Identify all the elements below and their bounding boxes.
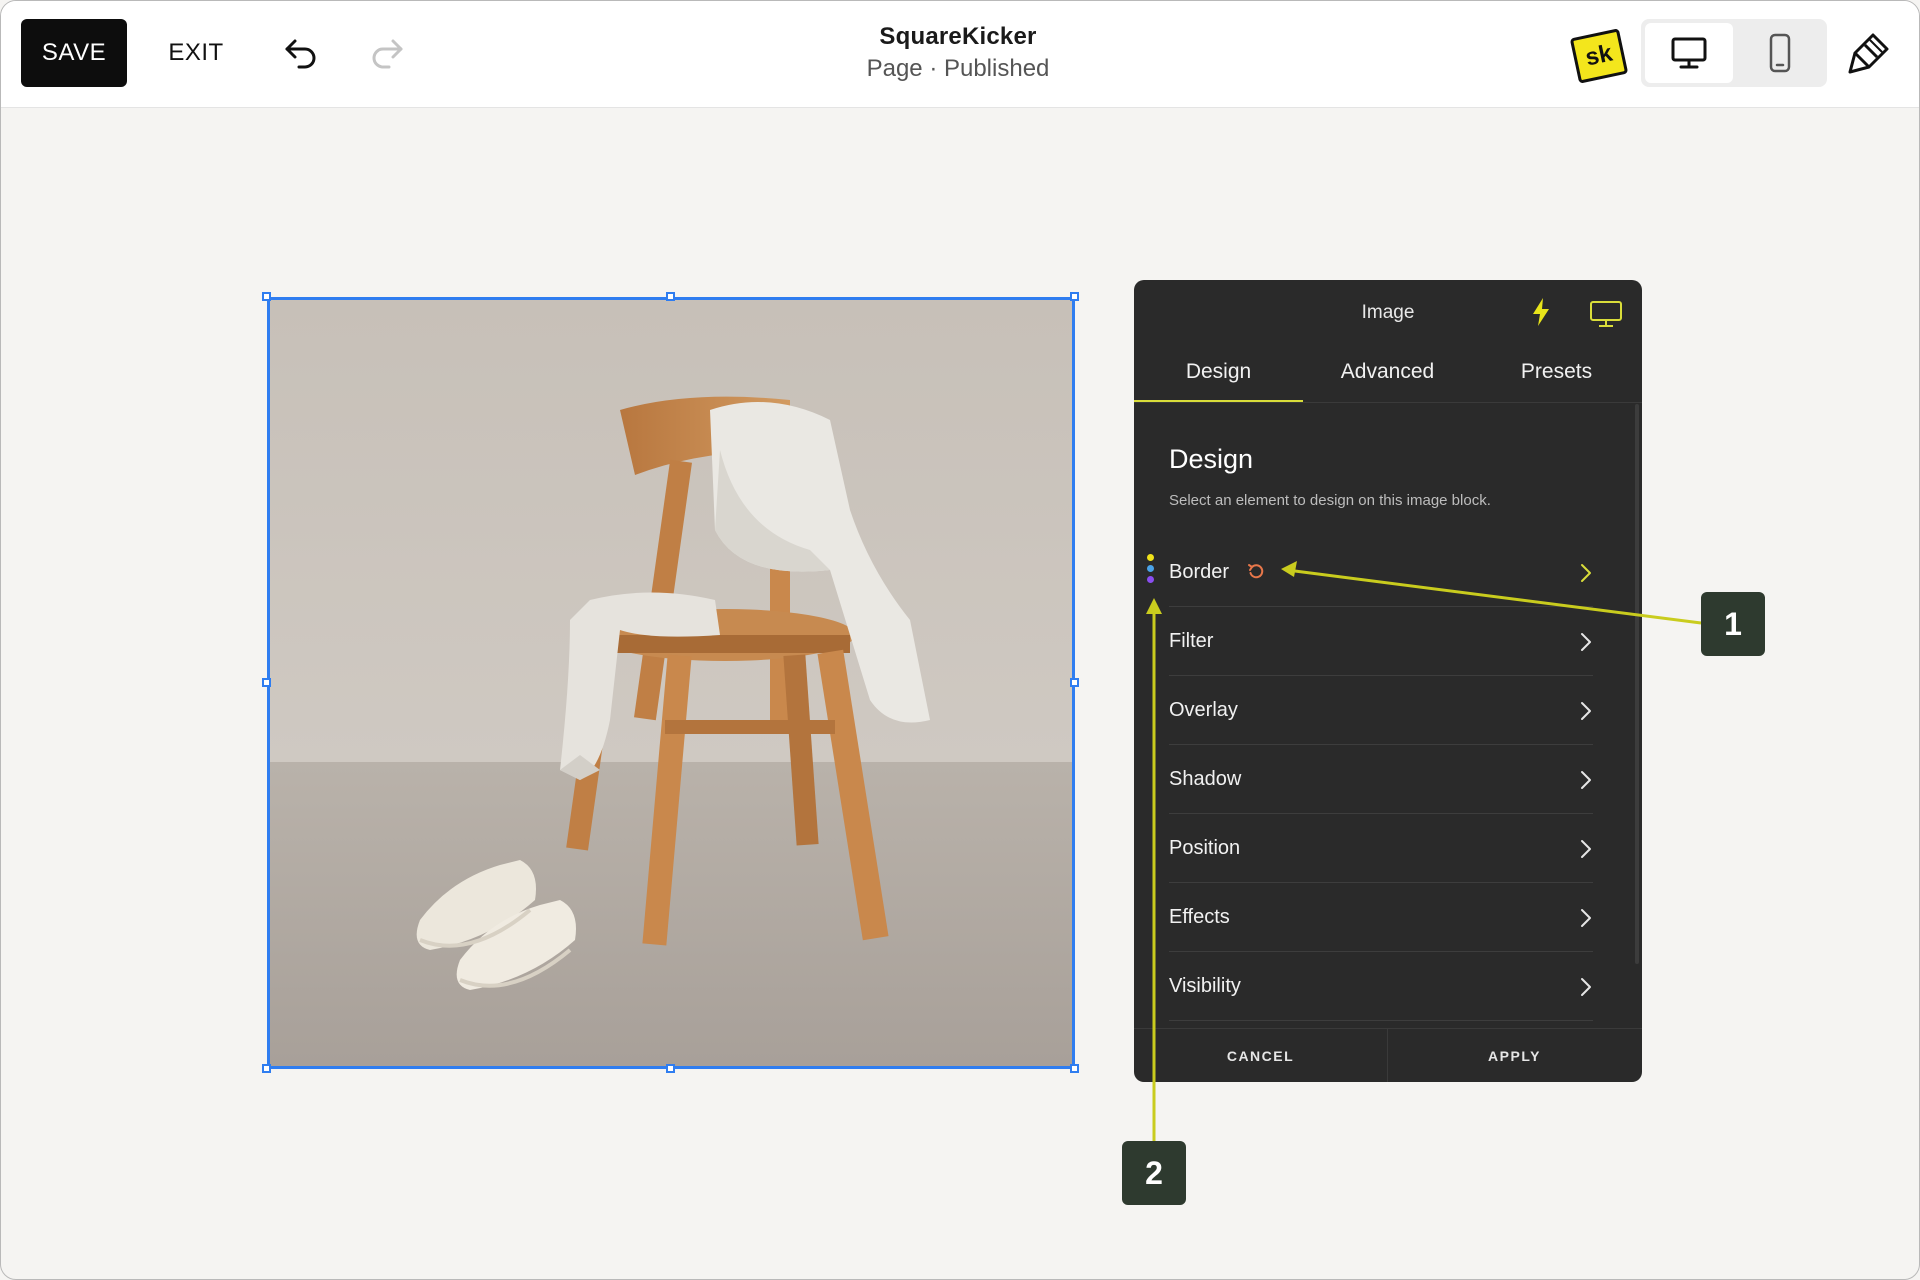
reset-icon[interactable] xyxy=(1247,563,1265,581)
menu-item-label: Filter xyxy=(1169,629,1214,652)
chevron-right-icon xyxy=(1581,978,1591,996)
tab-design[interactable]: Design xyxy=(1134,356,1303,402)
menu-item-filter[interactable]: Filter xyxy=(1169,607,1593,676)
chevron-right-icon xyxy=(1581,840,1591,858)
resize-handle-top-left[interactable] xyxy=(262,292,271,301)
paintbrush-icon[interactable] xyxy=(1847,31,1891,75)
menu-item-label: Visibility xyxy=(1169,974,1241,997)
redo-icon[interactable] xyxy=(367,33,407,73)
desktop-icon[interactable] xyxy=(1589,300,1623,328)
chevron-right-icon xyxy=(1581,633,1591,651)
menu-item-label: Border xyxy=(1169,560,1230,583)
mobile-view-button[interactable] xyxy=(1737,23,1823,83)
chevron-right-icon xyxy=(1581,771,1591,789)
logo-text: sk xyxy=(1583,39,1615,72)
menu-item-position[interactable]: Position xyxy=(1169,814,1593,883)
menu-item-label: Effects xyxy=(1169,905,1230,928)
mobile-icon xyxy=(1769,33,1791,73)
resize-handle-bottom-center[interactable] xyxy=(666,1064,675,1073)
exit-button[interactable]: EXIT xyxy=(161,19,231,87)
panel-tabs: Design Advanced Presets xyxy=(1134,356,1642,403)
menu-item-shadow[interactable]: Shadow xyxy=(1169,745,1593,814)
editor-window: SAVE EXIT SquareKicker Page · Published … xyxy=(0,0,1920,1280)
resize-handle-middle-left[interactable] xyxy=(262,678,271,687)
menu-item-label: Shadow xyxy=(1169,767,1242,790)
site-title: SquareKicker xyxy=(879,23,1037,50)
menu-item-border[interactable]: Border xyxy=(1169,538,1593,607)
image-design-panel: Image Design Advanced Presets Design Sel… xyxy=(1134,280,1642,1082)
menu-item-label: Overlay xyxy=(1169,698,1238,721)
tab-presets[interactable]: Presets xyxy=(1472,356,1641,400)
indicator-dot-purple xyxy=(1147,576,1154,583)
squarekicker-logo[interactable]: sk xyxy=(1569,28,1629,84)
indicator-dot-yellow xyxy=(1147,554,1154,561)
save-button[interactable]: SAVE xyxy=(21,19,127,87)
top-toolbar: SAVE EXIT SquareKicker Page · Published … xyxy=(1,1,1919,108)
panel-heading: Design xyxy=(1169,444,1254,474)
chevron-right-icon xyxy=(1581,564,1591,582)
menu-item-effects[interactable]: Effects xyxy=(1169,883,1593,952)
cancel-button[interactable]: CANCEL xyxy=(1134,1029,1387,1082)
menu-item-overlay[interactable]: Overlay xyxy=(1169,676,1593,745)
device-toggle xyxy=(1641,19,1827,87)
resize-handle-top-center[interactable] xyxy=(666,292,675,301)
page-title-block: SquareKicker Page · Published xyxy=(758,21,1158,85)
undo-icon[interactable] xyxy=(281,33,321,73)
tab-advanced[interactable]: Advanced xyxy=(1303,356,1472,400)
annotation-callout-1: 1 xyxy=(1701,592,1765,656)
chevron-right-icon xyxy=(1581,909,1591,927)
annotation-callout-2: 2 xyxy=(1122,1141,1186,1205)
indicator-dot-blue xyxy=(1147,565,1154,572)
changed-indicator-dots xyxy=(1147,554,1155,590)
chair-photo xyxy=(270,300,1072,1066)
chevron-right-icon xyxy=(1581,702,1591,720)
panel-scrollbar[interactable] xyxy=(1635,404,1639,964)
selected-image-block[interactable] xyxy=(267,297,1075,1069)
lightning-icon[interactable] xyxy=(1530,297,1552,327)
menu-item-label: Position xyxy=(1169,836,1241,859)
resize-handle-bottom-right[interactable] xyxy=(1070,1064,1079,1073)
resize-handle-middle-right[interactable] xyxy=(1070,678,1079,687)
desktop-icon xyxy=(1671,37,1707,69)
panel-footer: CANCEL APPLY xyxy=(1134,1028,1642,1082)
panel-title: Image xyxy=(1361,302,1415,323)
panel-subtitle: Select an element to design on this imag… xyxy=(1169,492,1491,509)
design-menu: Border Filter Overlay Shadow Position Ef… xyxy=(1169,538,1593,1021)
apply-button[interactable]: APPLY xyxy=(1388,1029,1641,1082)
resize-handle-top-right[interactable] xyxy=(1070,292,1079,301)
menu-item-visibility[interactable]: Visibility xyxy=(1169,952,1593,1021)
desktop-view-button[interactable] xyxy=(1645,23,1733,83)
resize-handle-bottom-left[interactable] xyxy=(262,1064,271,1073)
page-status: Page · Published xyxy=(866,55,1050,82)
